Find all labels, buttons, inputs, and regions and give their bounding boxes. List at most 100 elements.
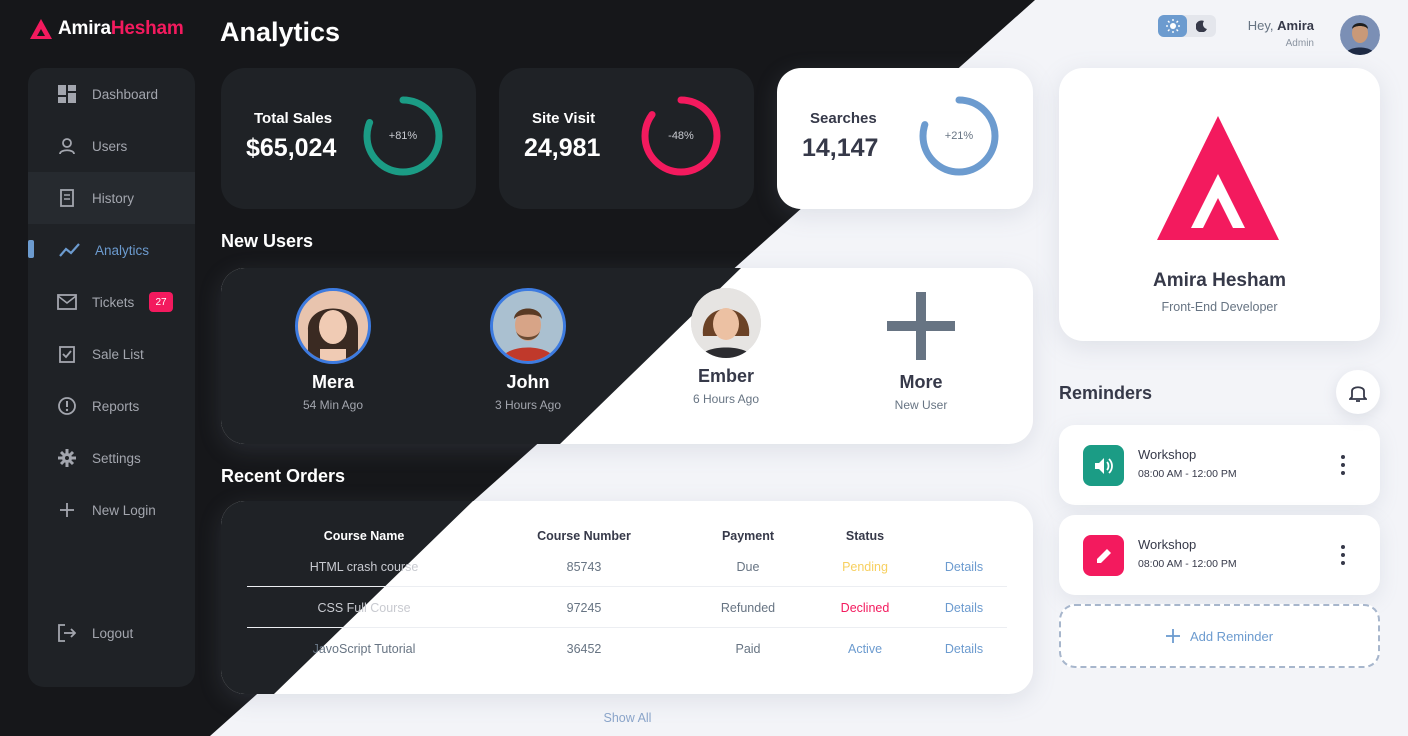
profile-card: Amira Hesham Front-End Developer — [1059, 68, 1380, 341]
details-link[interactable]: Details — [945, 560, 983, 574]
theme-toggle[interactable] — [1158, 15, 1216, 37]
plus-icon — [883, 288, 959, 364]
progress-percent: +21% — [944, 130, 974, 142]
column-header: Status — [845, 529, 885, 543]
user-time: 6 Hours Ago — [692, 392, 760, 406]
mail-icon — [56, 291, 78, 313]
user-card-ember[interactable]: Ember 6 Hours Ago — [646, 288, 806, 406]
gear-icon — [56, 447, 78, 469]
plus-icon — [56, 499, 78, 521]
notification-bell-button[interactable] — [1336, 370, 1380, 414]
sidebar-item-history[interactable]: History — [28, 172, 195, 224]
sidebar-item-label: History — [92, 190, 135, 206]
user-role: Admin — [1285, 38, 1314, 49]
sidebar-item-sale-list[interactable]: Sale List — [28, 328, 195, 380]
reminder-time: 08:00 AM - 12:00 PM — [1138, 468, 1237, 480]
volume-icon — [1083, 445, 1124, 486]
clipboard-icon — [56, 343, 78, 365]
table-cell-number: 85743 — [566, 560, 602, 574]
stat-label: Searches — [810, 110, 877, 127]
chart-line-icon — [59, 239, 81, 261]
column-header: Course Name — [323, 529, 405, 543]
stat-card-total-sales[interactable]: Total Sales $65,024 +81% — [221, 68, 476, 209]
reminder-title: Workshop — [1138, 537, 1197, 552]
table-cell-course: CSS Full Course — [317, 601, 411, 615]
sidebar-item-reports[interactable]: Reports — [28, 380, 195, 432]
sidebar-item-tickets[interactable]: Tickets 27 — [28, 276, 195, 328]
user-name: John — [506, 372, 550, 392]
sidebar-item-new-login[interactable]: New Login — [28, 484, 195, 536]
more-vert-icon[interactable] — [1335, 545, 1351, 565]
sidebar-item-label: Analytics — [95, 242, 150, 258]
sidebar-item-logout[interactable]: Logout — [28, 607, 195, 659]
status-badge: Declined — [840, 601, 890, 615]
sidebar-item-label: Dashboard — [92, 86, 159, 102]
table-cell-course: JavoScript Tutorial — [312, 642, 416, 656]
sidebar-item-analytics[interactable]: Analytics — [28, 224, 195, 276]
status-badge: Pending — [842, 560, 888, 574]
report-icon — [56, 395, 78, 417]
profile-name: Amira Hesham — [1152, 270, 1287, 291]
pencil-icon — [1083, 535, 1124, 576]
recent-orders-table: Course Name Course Number Payment Status… — [221, 501, 1033, 694]
stat-card-site-visit[interactable]: Site Visit 24,981 -48% — [499, 68, 754, 209]
details-link[interactable]: Details — [945, 642, 983, 656]
show-all-link[interactable]: Show All — [580, 711, 675, 725]
user-card-mera[interactable]: Mera 54 Min Ago — [253, 288, 413, 412]
recent-orders-title: Recent Orders — [221, 466, 346, 486]
page-title: Analytics — [220, 17, 341, 47]
add-reminder-label: Add Reminder — [1189, 628, 1274, 644]
sidebar-item-label: Users — [92, 138, 128, 154]
avatar[interactable] — [1340, 15, 1380, 55]
more-users-button[interactable]: More New User — [841, 288, 1001, 412]
sidebar-item-label: Settings — [92, 450, 141, 466]
row-divider — [247, 627, 1007, 628]
reminder-time: 08:00 AM - 12:00 PM — [1138, 558, 1237, 570]
column-header: Payment — [721, 529, 775, 543]
profile-role: Front-End Developer — [1161, 300, 1278, 314]
receipt-icon — [56, 187, 78, 209]
more-vert-icon[interactable] — [1335, 455, 1351, 475]
add-reminder-button[interactable]: Add Reminder — [1059, 604, 1380, 668]
stat-label: Site Visit — [532, 110, 596, 127]
table-cell-payment: Paid — [735, 642, 761, 656]
stat-value: $65,024 — [246, 134, 337, 162]
user-card-john[interactable]: John 3 Hours Ago — [448, 288, 608, 412]
logo-icon — [30, 19, 52, 39]
user-name: More — [899, 372, 943, 392]
sidebar-item-settings[interactable]: Settings — [28, 432, 195, 484]
table-cell-payment: Refunded — [720, 601, 776, 615]
plus-icon — [1165, 629, 1180, 643]
reminder-item[interactable]: Workshop 08:00 AM - 12:00 PM — [1059, 425, 1380, 505]
moon-icon[interactable] — [1187, 15, 1216, 37]
user-icon — [56, 135, 78, 157]
table-cell-number: 36452 — [566, 642, 602, 656]
new-users-card: Mera 54 Min Ago John 3 Hours Ago Ember 6… — [221, 268, 1033, 444]
reminder-item[interactable]: Workshop 08:00 AM - 12:00 PM — [1059, 515, 1380, 595]
sidebar: Dashboard Users History Analytics Ticket… — [28, 68, 195, 687]
grid-icon — [56, 83, 78, 105]
column-header: Course Number — [537, 529, 631, 543]
bell-icon — [1349, 386, 1367, 402]
sun-icon[interactable] — [1158, 15, 1187, 37]
stat-card-searches[interactable]: Searches 14,147 +21% — [777, 68, 1033, 209]
new-users-title: New Users — [221, 231, 314, 251]
row-divider — [247, 586, 1007, 587]
sidebar-item-label: Logout — [92, 625, 134, 641]
table-cell-payment: Due — [736, 560, 760, 574]
user-name: Ember — [697, 366, 755, 386]
sidebar-item-label: Reports — [92, 398, 140, 414]
sidebar-item-label: Sale List — [92, 346, 144, 362]
progress-percent: -48% — [668, 130, 694, 142]
details-link[interactable]: Details — [945, 601, 983, 615]
sidebar-item-users[interactable]: Users — [28, 120, 195, 172]
avatar — [295, 288, 371, 364]
avatar — [691, 288, 761, 358]
stat-label: Total Sales — [254, 110, 333, 127]
sidebar-item-dashboard[interactable]: Dashboard — [28, 68, 195, 120]
reminder-title: Workshop — [1138, 447, 1197, 462]
brand-logo[interactable]: AmiraHesham — [30, 18, 184, 40]
status-badge: Active — [847, 642, 883, 656]
user-time: 54 Min Ago — [302, 398, 364, 412]
stat-value: 24,981 — [524, 134, 601, 162]
